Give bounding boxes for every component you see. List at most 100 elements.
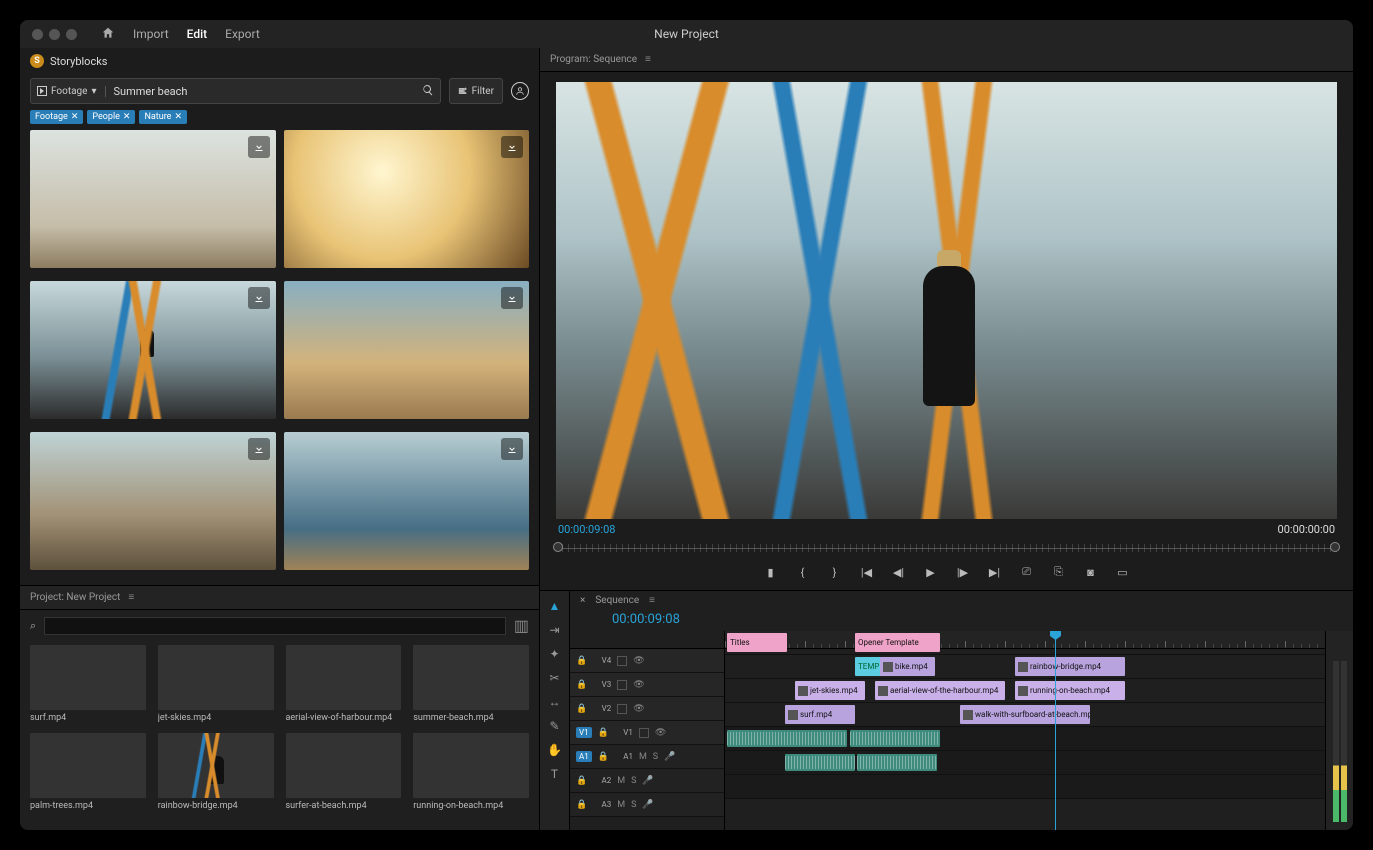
menu-import[interactable]: Import bbox=[133, 27, 169, 41]
hand-tool-icon[interactable]: ✋ bbox=[547, 743, 562, 757]
source-patch-icon[interactable]: A1 bbox=[576, 751, 592, 762]
track-header-a3[interactable]: 🔒A3MS🎤 bbox=[570, 793, 724, 817]
track-header-a2[interactable]: 🔒A2MS🎤 bbox=[570, 769, 724, 793]
bin-item[interactable]: aerial-view-of-harbour.mp4 bbox=[286, 645, 402, 723]
track-v3[interactable]: TEMPLATE bike.mp4 rainbow-bridge.mp4 bbox=[725, 655, 1325, 679]
step-back-icon[interactable]: ◀| bbox=[891, 564, 907, 580]
bin-item[interactable]: rainbow-bridge.mp4 bbox=[158, 733, 274, 811]
download-icon[interactable] bbox=[248, 438, 270, 460]
panel-menu-icon[interactable]: ≡ bbox=[649, 595, 655, 606]
mark-in-icon[interactable]: { bbox=[795, 564, 811, 580]
bin-item[interactable]: summer-beach.mp4 bbox=[413, 645, 529, 723]
filter-button[interactable]: Filter bbox=[449, 78, 503, 104]
bin-item[interactable]: surfer-at-beach.mp4 bbox=[286, 733, 402, 811]
solo-icon[interactable]: S bbox=[631, 776, 636, 786]
stock-result[interactable] bbox=[284, 130, 530, 268]
stock-result[interactable] bbox=[30, 281, 276, 419]
comparison-view-icon[interactable]: ▭ bbox=[1115, 564, 1131, 580]
stock-result[interactable] bbox=[30, 432, 276, 570]
mute-icon[interactable]: M bbox=[639, 752, 647, 762]
stock-result[interactable] bbox=[284, 281, 530, 419]
close-window-button[interactable] bbox=[32, 29, 43, 40]
panel-menu-icon[interactable]: ≡ bbox=[645, 54, 651, 65]
type-tool-icon[interactable]: T bbox=[551, 767, 558, 781]
track-v4[interactable]: Titles Opener Template bbox=[725, 631, 1325, 655]
export-frame-icon[interactable]: ◙ bbox=[1083, 564, 1099, 580]
scrub-out-handle[interactable] bbox=[1330, 542, 1340, 552]
media-type-dropdown[interactable]: Footage ▾ bbox=[37, 86, 106, 97]
voiceover-icon[interactable]: 🎤 bbox=[642, 776, 653, 786]
program-video-preview[interactable] bbox=[556, 82, 1337, 519]
mute-icon[interactable]: M bbox=[617, 776, 625, 786]
download-icon[interactable] bbox=[248, 287, 270, 309]
download-icon[interactable] bbox=[501, 438, 523, 460]
minimize-window-button[interactable] bbox=[49, 29, 60, 40]
bin-item[interactable]: palm-trees.mp4 bbox=[30, 733, 146, 811]
clip-jetskies[interactable]: jet-skies.mp4 bbox=[795, 681, 865, 700]
panel-menu-icon[interactable]: ≡ bbox=[128, 592, 134, 603]
lock-icon[interactable]: 🔒 bbox=[576, 704, 587, 714]
track-select-tool-icon[interactable]: ⇥ bbox=[549, 623, 559, 637]
solo-icon[interactable]: S bbox=[631, 800, 636, 810]
clip-walk[interactable]: walk-with-surfboard-at-beach.mp4 bbox=[960, 705, 1090, 724]
go-to-out-icon[interactable]: ▶| bbox=[987, 564, 1003, 580]
download-icon[interactable] bbox=[501, 136, 523, 158]
tag-people[interactable]: People✕ bbox=[87, 110, 135, 124]
timeline-tracks[interactable]: Titles Opener Template TEMPLATE bike.mp4… bbox=[725, 631, 1325, 830]
audio-clip[interactable] bbox=[727, 730, 847, 747]
playhead-timecode[interactable]: 00:00:09:08 bbox=[558, 523, 615, 536]
search-icon[interactable] bbox=[422, 84, 434, 99]
eye-icon[interactable]: 👁 bbox=[633, 704, 644, 714]
voiceover-icon[interactable]: 🎤 bbox=[664, 752, 675, 762]
lock-icon[interactable]: 🔒 bbox=[576, 656, 587, 666]
audio-clip[interactable] bbox=[857, 754, 937, 771]
bin-item[interactable]: surf.mp4 bbox=[30, 645, 146, 723]
lock-icon[interactable]: 🔒 bbox=[576, 776, 587, 786]
playhead[interactable] bbox=[1055, 631, 1056, 830]
project-search-input[interactable] bbox=[44, 617, 506, 635]
step-forward-icon[interactable]: |▶ bbox=[955, 564, 971, 580]
tag-nature[interactable]: Nature✕ bbox=[139, 110, 187, 124]
lock-icon[interactable]: 🔒 bbox=[598, 752, 609, 762]
audio-clip[interactable] bbox=[850, 730, 940, 747]
clip-running[interactable]: running-on-beach.mp4 bbox=[1015, 681, 1125, 700]
clip-aerial[interactable]: aerial-view-of-the-harbour.mp4 bbox=[875, 681, 1005, 700]
menu-export[interactable]: Export bbox=[225, 27, 260, 41]
download-icon[interactable] bbox=[501, 287, 523, 309]
scrub-in-handle[interactable] bbox=[553, 542, 563, 552]
clip-opener[interactable]: Opener Template bbox=[855, 633, 940, 652]
timeline-timecode[interactable]: 00:00:09:08 bbox=[570, 610, 1353, 631]
track-a1[interactable] bbox=[725, 727, 1325, 751]
lock-icon[interactable]: 🔒 bbox=[598, 728, 609, 738]
folder-icon[interactable]: ▥ bbox=[514, 616, 529, 635]
ripple-edit-tool-icon[interactable]: ✦ bbox=[549, 647, 559, 661]
clip-titles[interactable]: Titles bbox=[727, 633, 787, 652]
razor-tool-icon[interactable]: ✂ bbox=[549, 671, 559, 685]
track-a2[interactable] bbox=[725, 751, 1325, 775]
menu-edit[interactable]: Edit bbox=[187, 27, 207, 41]
download-icon[interactable] bbox=[248, 136, 270, 158]
solo-icon[interactable]: S bbox=[653, 752, 658, 762]
bin-item[interactable]: jet-skies.mp4 bbox=[158, 645, 274, 723]
track-v2[interactable]: jet-skies.mp4 aerial-view-of-the-harbour… bbox=[725, 679, 1325, 703]
clip-surf[interactable]: surf.mp4 bbox=[785, 705, 855, 724]
account-icon[interactable] bbox=[511, 82, 529, 100]
track-header-v1[interactable]: V1🔒V1👁 bbox=[570, 721, 724, 745]
pen-tool-icon[interactable]: ✎ bbox=[549, 719, 559, 733]
track-v1[interactable]: surf.mp4 walk-with-surfboard-at-beach.mp… bbox=[725, 703, 1325, 727]
lift-icon[interactable]: ⎚ bbox=[1019, 564, 1035, 580]
lock-icon[interactable]: 🔒 bbox=[576, 800, 587, 810]
extract-icon[interactable]: ⎘ bbox=[1051, 564, 1067, 580]
toggle-track-output-icon[interactable] bbox=[617, 704, 627, 714]
eye-icon[interactable]: 👁 bbox=[655, 728, 666, 738]
tag-footage[interactable]: Footage✕ bbox=[30, 110, 83, 124]
mute-icon[interactable]: M bbox=[617, 800, 625, 810]
mark-out-icon[interactable]: } bbox=[827, 564, 843, 580]
track-header-v3[interactable]: 🔒V3👁 bbox=[570, 673, 724, 697]
clip-bike[interactable]: bike.mp4 bbox=[880, 657, 935, 676]
voiceover-icon[interactable]: 🎤 bbox=[642, 800, 653, 810]
add-marker-icon[interactable]: ▮ bbox=[763, 564, 779, 580]
audio-clip[interactable] bbox=[785, 754, 855, 771]
bin-item[interactable]: running-on-beach.mp4 bbox=[413, 733, 529, 811]
lock-icon[interactable]: 🔒 bbox=[576, 680, 587, 690]
